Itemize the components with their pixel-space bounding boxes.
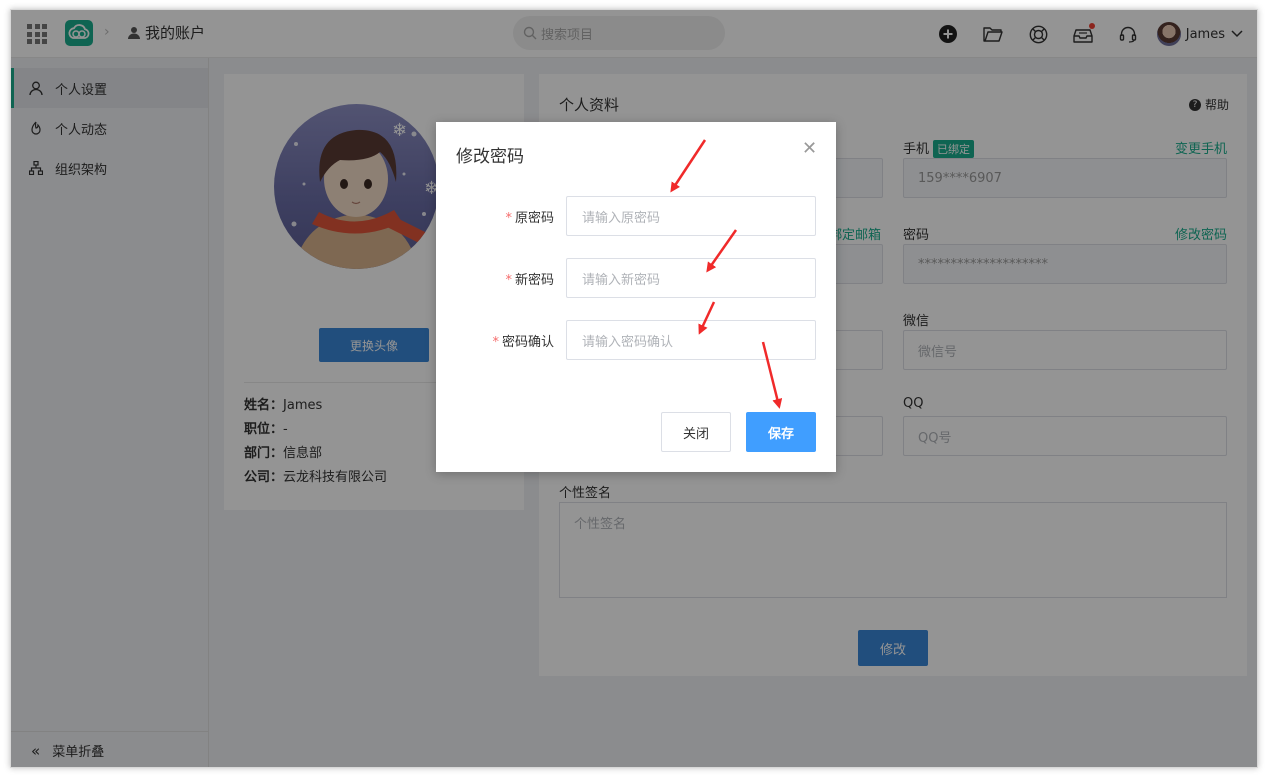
close-icon[interactable]: ✕ xyxy=(802,140,817,158)
new-password-input[interactable]: 请输入新密码 xyxy=(566,258,816,298)
old-password-label: * 原密码 xyxy=(505,211,554,226)
confirm-password-input[interactable]: 请输入密码确认 xyxy=(566,320,816,360)
new-password-row: * 新密码 请输入新密码 xyxy=(436,258,836,298)
confirm-password-row: * 密码确认 请输入密码确认 xyxy=(436,320,836,360)
old-password-input[interactable]: 请输入原密码 xyxy=(566,196,816,236)
app-window: › 我的账户 搜索项目 James 个人设置 个人动态 组织架构 « 菜单折叠 … xyxy=(10,9,1258,768)
confirm-password-label: * 密码确认 xyxy=(492,335,554,350)
old-password-row: * 原密码 请输入原密码 xyxy=(436,196,836,236)
dialog-title: 修改密码 xyxy=(456,147,524,167)
save-button[interactable]: 保存 xyxy=(746,412,816,452)
new-password-label: * 新密码 xyxy=(505,273,554,288)
change-password-dialog: 修改密码 ✕ * 原密码 请输入原密码 * 新密码 请输入新密码 * 密码确认 请输入… xyxy=(436,122,836,472)
close-button[interactable]: 关闭 xyxy=(661,412,731,452)
